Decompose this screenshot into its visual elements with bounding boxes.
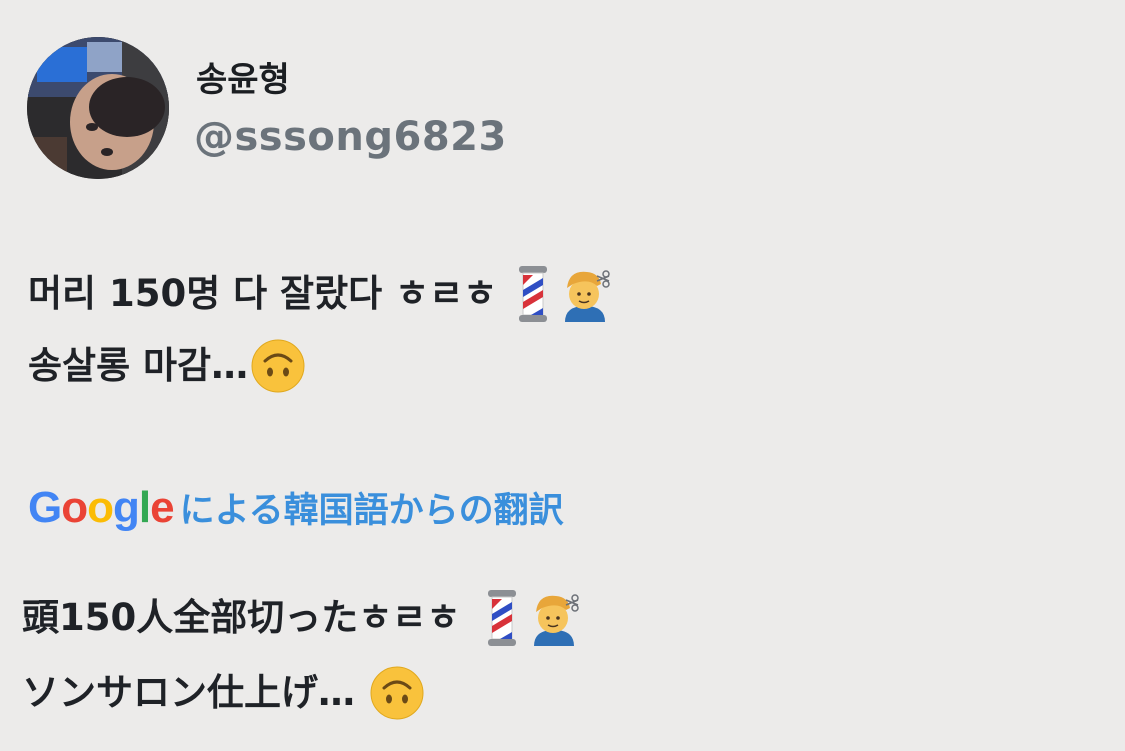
avatar[interactable] <box>27 37 169 179</box>
haircut-person-icon <box>528 590 582 646</box>
translation-line-1: 頭150人全部切ったㅎㄹㅎ <box>22 580 582 655</box>
haircut-person-icon <box>559 266 613 322</box>
barber-pole-icon <box>482 589 522 646</box>
tweet-line-1-text: 머리 150명 다 잘랐다 ㅎㄹㅎ <box>28 272 498 315</box>
tweet-line-2: 송살롱 마감… <box>28 330 613 402</box>
tweet-line-1: 머리 150명 다 잘랐다 ㅎㄹㅎ <box>28 258 613 330</box>
google-logo: Google <box>28 482 175 532</box>
translation-line-1-text: 頭150人全部切ったㅎㄹㅎ <box>22 596 461 639</box>
upside-down-face-icon <box>250 338 306 394</box>
upside-down-face-icon <box>369 665 425 721</box>
translation-line-2: ソンサロン仕上げ… <box>22 655 582 730</box>
user-handle[interactable]: @sssong6823 <box>194 114 507 160</box>
barber-pole-icon <box>513 266 553 322</box>
translation-line-2-text: ソンサロン仕上げ… <box>22 671 355 714</box>
tweet-line-2-text: 송살롱 마감… <box>28 344 249 387</box>
translation-link[interactable]: Google による韓国語からの翻訳 <box>28 482 564 533</box>
translation-label[interactable]: による韓国語からの翻訳 <box>180 482 564 533</box>
display-name[interactable]: 송윤형 <box>196 52 290 101</box>
tweet-text: 머리 150명 다 잘랐다 ㅎㄹㅎ 송살롱 마감… <box>28 258 613 402</box>
profile-photo <box>27 37 169 179</box>
translated-text: 頭150人全部切ったㅎㄹㅎ ソンサロン仕上げ… <box>22 580 582 730</box>
